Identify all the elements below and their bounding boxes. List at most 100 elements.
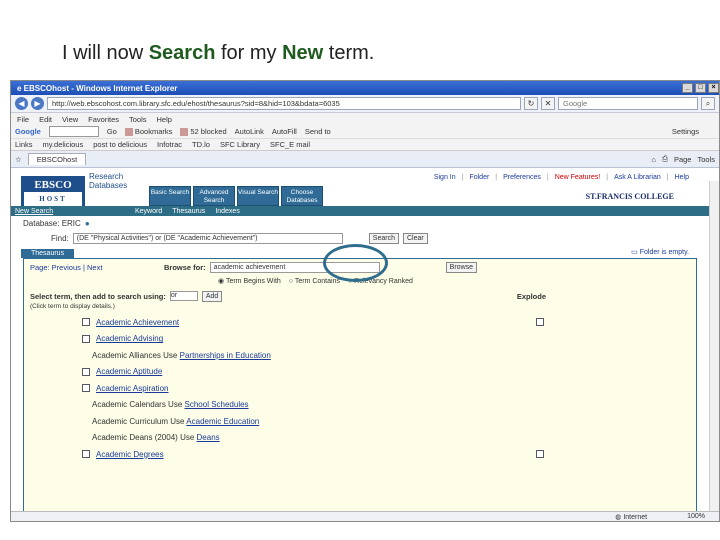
links-label: Links — [15, 140, 33, 149]
blocked-label: 52 blocked — [190, 126, 227, 136]
status-zone: ◍ Internet — [615, 513, 647, 521]
maximize-button[interactable]: □ — [695, 83, 706, 93]
ebsco-logo[interactable]: EBSCO HOST — [21, 176, 85, 206]
print-icon[interactable]: ⎙ — [662, 154, 668, 164]
link-delicious[interactable]: my.delicious — [43, 140, 84, 149]
term-link[interactable]: Academic Aspiration — [96, 384, 168, 393]
search-button[interactable]: Search — [368, 232, 399, 244]
link-post-delicious[interactable]: post to delicious — [93, 140, 147, 149]
term-checkbox[interactable] — [82, 450, 90, 459]
stop-icon[interactable]: ✕ — [541, 97, 555, 110]
home-icon[interactable]: ⌂ — [651, 155, 656, 164]
use-link[interactable]: Deans — [197, 433, 220, 442]
link-ask-librarian[interactable]: Ask A Librarian — [614, 174, 661, 181]
link-help[interactable]: Help — [675, 174, 689, 181]
browser-search-input[interactable]: Google — [558, 97, 698, 110]
clear-button[interactable]: Clear — [402, 232, 428, 244]
term-checkbox[interactable] — [82, 334, 90, 343]
menu-help[interactable]: Help — [157, 115, 172, 124]
operator-select[interactable]: or — [169, 291, 198, 301]
term-label: Academic Calendars — [92, 400, 166, 410]
vertical-scrollbar[interactable] — [709, 181, 719, 513]
research-databases-label: Research Databases — [89, 172, 128, 190]
menu-favorites[interactable]: Favorites — [88, 115, 119, 124]
search-icon[interactable]: ⌕ — [701, 97, 715, 110]
explode-checkbox[interactable] — [536, 318, 544, 327]
menu-view[interactable]: View — [62, 115, 78, 124]
menu-tools[interactable]: Tools — [129, 115, 147, 124]
radio-term-contains[interactable]: ○ Term Contains — [289, 278, 340, 285]
page-menu[interactable]: Page — [674, 155, 692, 164]
use-reference: Academic Alliances Use Partnerships in E… — [92, 351, 271, 360]
tab-advanced-search[interactable]: Advanced Search — [193, 186, 235, 206]
term-checkbox[interactable] — [82, 318, 90, 327]
use-link[interactable]: Academic Education — [186, 417, 259, 426]
database-row: Database: ERIC ● — [11, 216, 719, 230]
radio-term-contains-label: Term Contains — [294, 277, 340, 285]
settings-button[interactable]: Settings — [672, 127, 699, 136]
tab-visual-search[interactable]: Visual Search — [237, 186, 279, 206]
link-thesaurus[interactable]: Thesaurus — [172, 208, 205, 215]
term-checkbox[interactable] — [82, 384, 90, 393]
list-item: Academic Aspiration — [24, 380, 696, 397]
link-sign-in[interactable]: Sign In — [434, 174, 456, 181]
link-sfc-email[interactable]: SFC_E mail — [270, 140, 310, 149]
google-search-input[interactable] — [48, 126, 99, 137]
tab-basic-search[interactable]: Basic Search — [149, 186, 191, 206]
use-word: Use — [170, 416, 185, 426]
link-new-search[interactable]: New Search — [15, 208, 125, 215]
folder-status[interactable]: ▭ Folder is empty. — [631, 248, 689, 256]
send-to-button[interactable]: Send to — [305, 127, 331, 136]
google-go-button[interactable]: Go — [107, 127, 117, 136]
term-link[interactable]: Academic Aptitude — [96, 367, 162, 376]
term-link[interactable]: Academic Degrees — [96, 450, 164, 459]
link-tdlo[interactable]: TD.lo — [192, 140, 210, 149]
title-word-search: Search — [148, 42, 216, 64]
link-new-features[interactable]: New Features! — [555, 174, 601, 181]
college-logo: ST.FRANCIS COLLEGE — [585, 192, 674, 201]
browse-for-label: Browse for: — [164, 262, 206, 272]
thesaurus-tab[interactable]: Thesaurus — [21, 249, 75, 258]
term-link[interactable]: Academic Advising — [96, 334, 163, 343]
link-indexes[interactable]: Indexes — [215, 208, 240, 215]
link-preferences[interactable]: Preferences — [503, 174, 541, 181]
list-item: Academic Degrees — [24, 446, 696, 463]
browse-button[interactable]: Browse — [445, 261, 478, 273]
link-infotrac[interactable]: Infotrac — [157, 140, 182, 149]
refresh-icon[interactable]: ↻ — [524, 97, 538, 110]
tools-menu[interactable]: Tools — [697, 155, 715, 164]
menu-bar: File Edit View Favorites Tools Help — [11, 113, 719, 125]
add-button[interactable]: Add — [201, 290, 223, 302]
back-button[interactable]: ◀ — [15, 97, 28, 110]
explode-checkbox[interactable] — [536, 450, 544, 459]
popup-blocker[interactable]: 52 blocked — [180, 126, 227, 136]
zoom-level[interactable]: 100% — [687, 513, 705, 520]
bookmarks-button[interactable]: Bookmarks — [124, 127, 172, 136]
forward-button[interactable]: ▶ — [31, 97, 44, 110]
ebsco-header: EBSCO HOST Research Databases Basic Searc… — [11, 168, 719, 206]
use-link[interactable]: School Schedules — [185, 400, 249, 409]
favorites-star-icon[interactable]: ☆ — [15, 155, 22, 164]
close-button[interactable]: × — [708, 83, 719, 93]
autofill-button[interactable]: AutoFill — [272, 127, 297, 136]
link-sfc-library[interactable]: SFC Library — [220, 140, 260, 149]
google-toolbar: Google Go Bookmarks 52 blocked AutoLink … — [11, 125, 719, 139]
use-link[interactable]: Partnerships in Education — [180, 351, 271, 360]
link-keyword[interactable]: Keyword — [135, 208, 162, 215]
tab-choose-databases[interactable]: Choose Databases — [281, 186, 323, 206]
menu-edit[interactable]: Edit — [39, 115, 52, 124]
term-link[interactable]: Academic Achievement — [96, 318, 179, 327]
tab-ebscohost[interactable]: EBSCOhost — [27, 153, 87, 165]
autolink-button[interactable]: AutoLink — [235, 127, 264, 136]
url-field[interactable]: http://web.ebscohost.com.library.sfc.edu… — [47, 97, 521, 110]
find-input[interactable]: (DE "Physical Activities") or (DE "Acade… — [72, 232, 343, 244]
menu-file[interactable]: File — [17, 115, 29, 124]
minimize-button[interactable]: _ — [682, 83, 693, 93]
browser-window: e EBSCOhost - Windows Internet Explorer … — [10, 80, 720, 522]
help-icon[interactable]: ● — [85, 219, 90, 228]
term-checkbox[interactable] — [82, 367, 90, 376]
link-folder[interactable]: Folder — [469, 174, 489, 181]
links-bar: Links my.delicious post to delicious Inf… — [11, 139, 719, 151]
pager-links[interactable]: Page: Previous | Next — [30, 263, 160, 272]
radio-term-begins[interactable]: ◉ Term Begins With — [218, 277, 281, 285]
